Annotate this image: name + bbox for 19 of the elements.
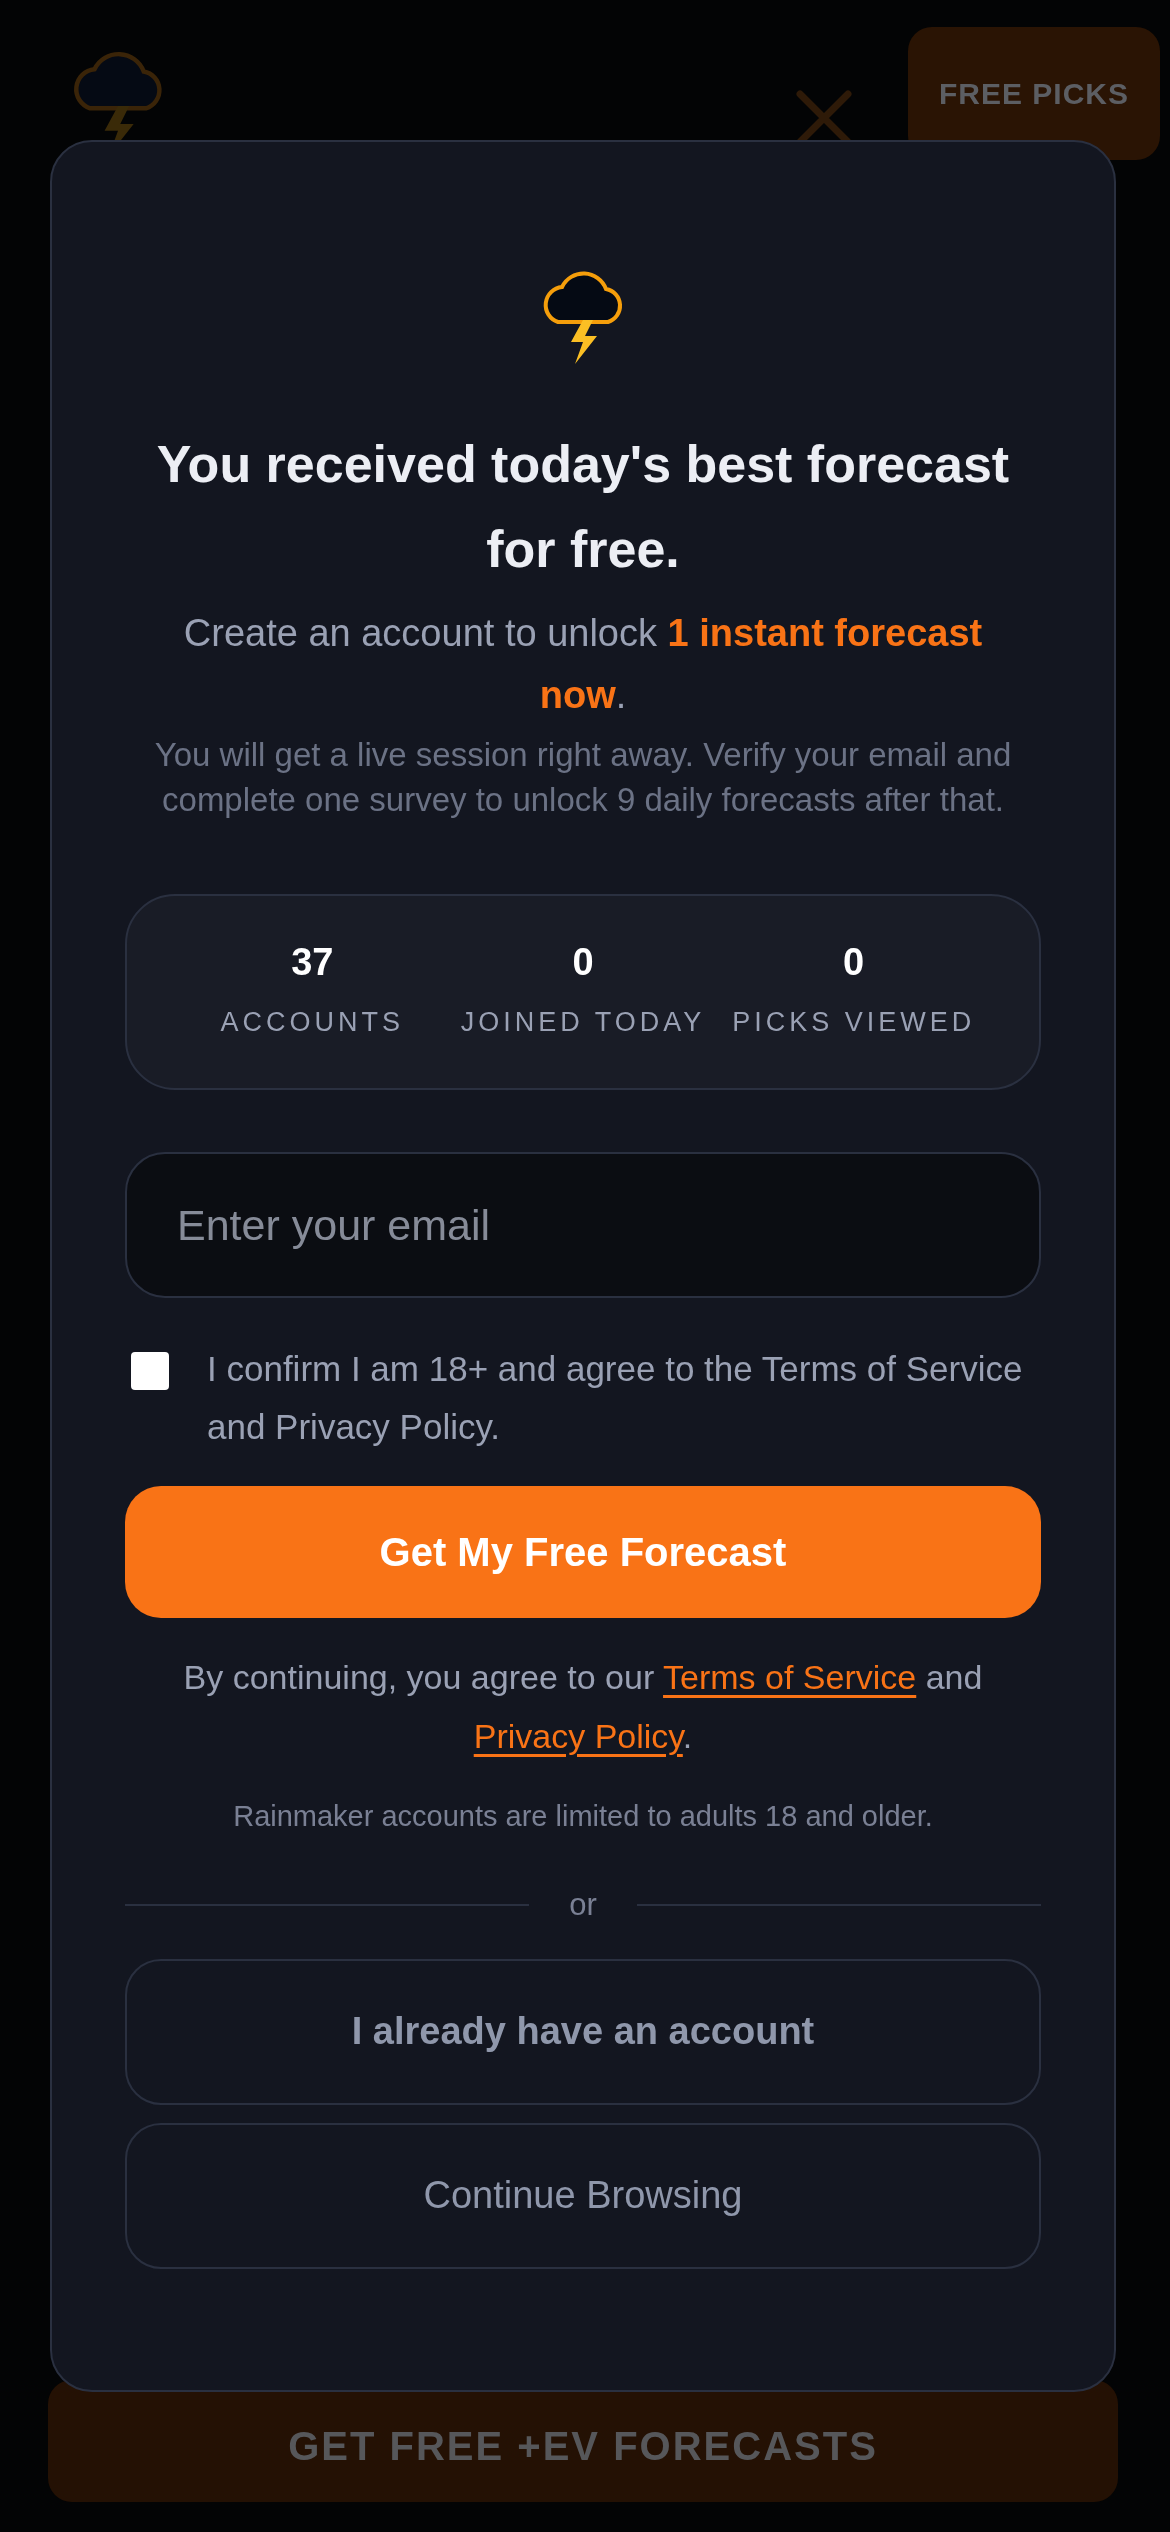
- modal-title: You received today's best forecast for free.: [155, 434, 1011, 580]
- legal-link[interactable]: Privacy Policy: [473, 1717, 683, 1755]
- stat-value: 0: [572, 941, 594, 982]
- stat-label: PICKS VIEWED: [732, 1005, 976, 1039]
- stat-label: JOINED TODAY: [460, 1005, 706, 1039]
- subtitle-text: Create an account to unlock 1 instant forecast now.: [182, 611, 984, 718]
- legal-link[interactable]: Terms of Service: [663, 1658, 917, 1696]
- email-field[interactable]: Enter your email: [125, 1152, 1041, 1298]
- continue-browsing-button[interactable]: Continue Browsing: [125, 2122, 1041, 2269]
- description-text: You will get a live session right away. Verify your email and complete one survey to unlock 9 daily forecasts after that.: [153, 735, 1013, 820]
- age-note: Rainmaker accounts are limited to adults 18 and older.: [233, 1799, 933, 1834]
- divider-label: or: [569, 1886, 597, 1924]
- sign-in-button[interactable]: I already have an account: [125, 1958, 1041, 2105]
- stat-value: 0: [843, 941, 865, 982]
- stat-value: 37: [291, 941, 334, 982]
- legal-text: By continuing, you agree to our Terms of Service and Privacy Policy.: [182, 1657, 984, 1757]
- consent-label: I confirm I am 18+ and agree to the Terms of Service and Privacy Policy.: [207, 1348, 1024, 1448]
- stat-label: ACCOUNTS: [220, 1005, 405, 1039]
- consent-checkbox[interactable]: [131, 1352, 169, 1390]
